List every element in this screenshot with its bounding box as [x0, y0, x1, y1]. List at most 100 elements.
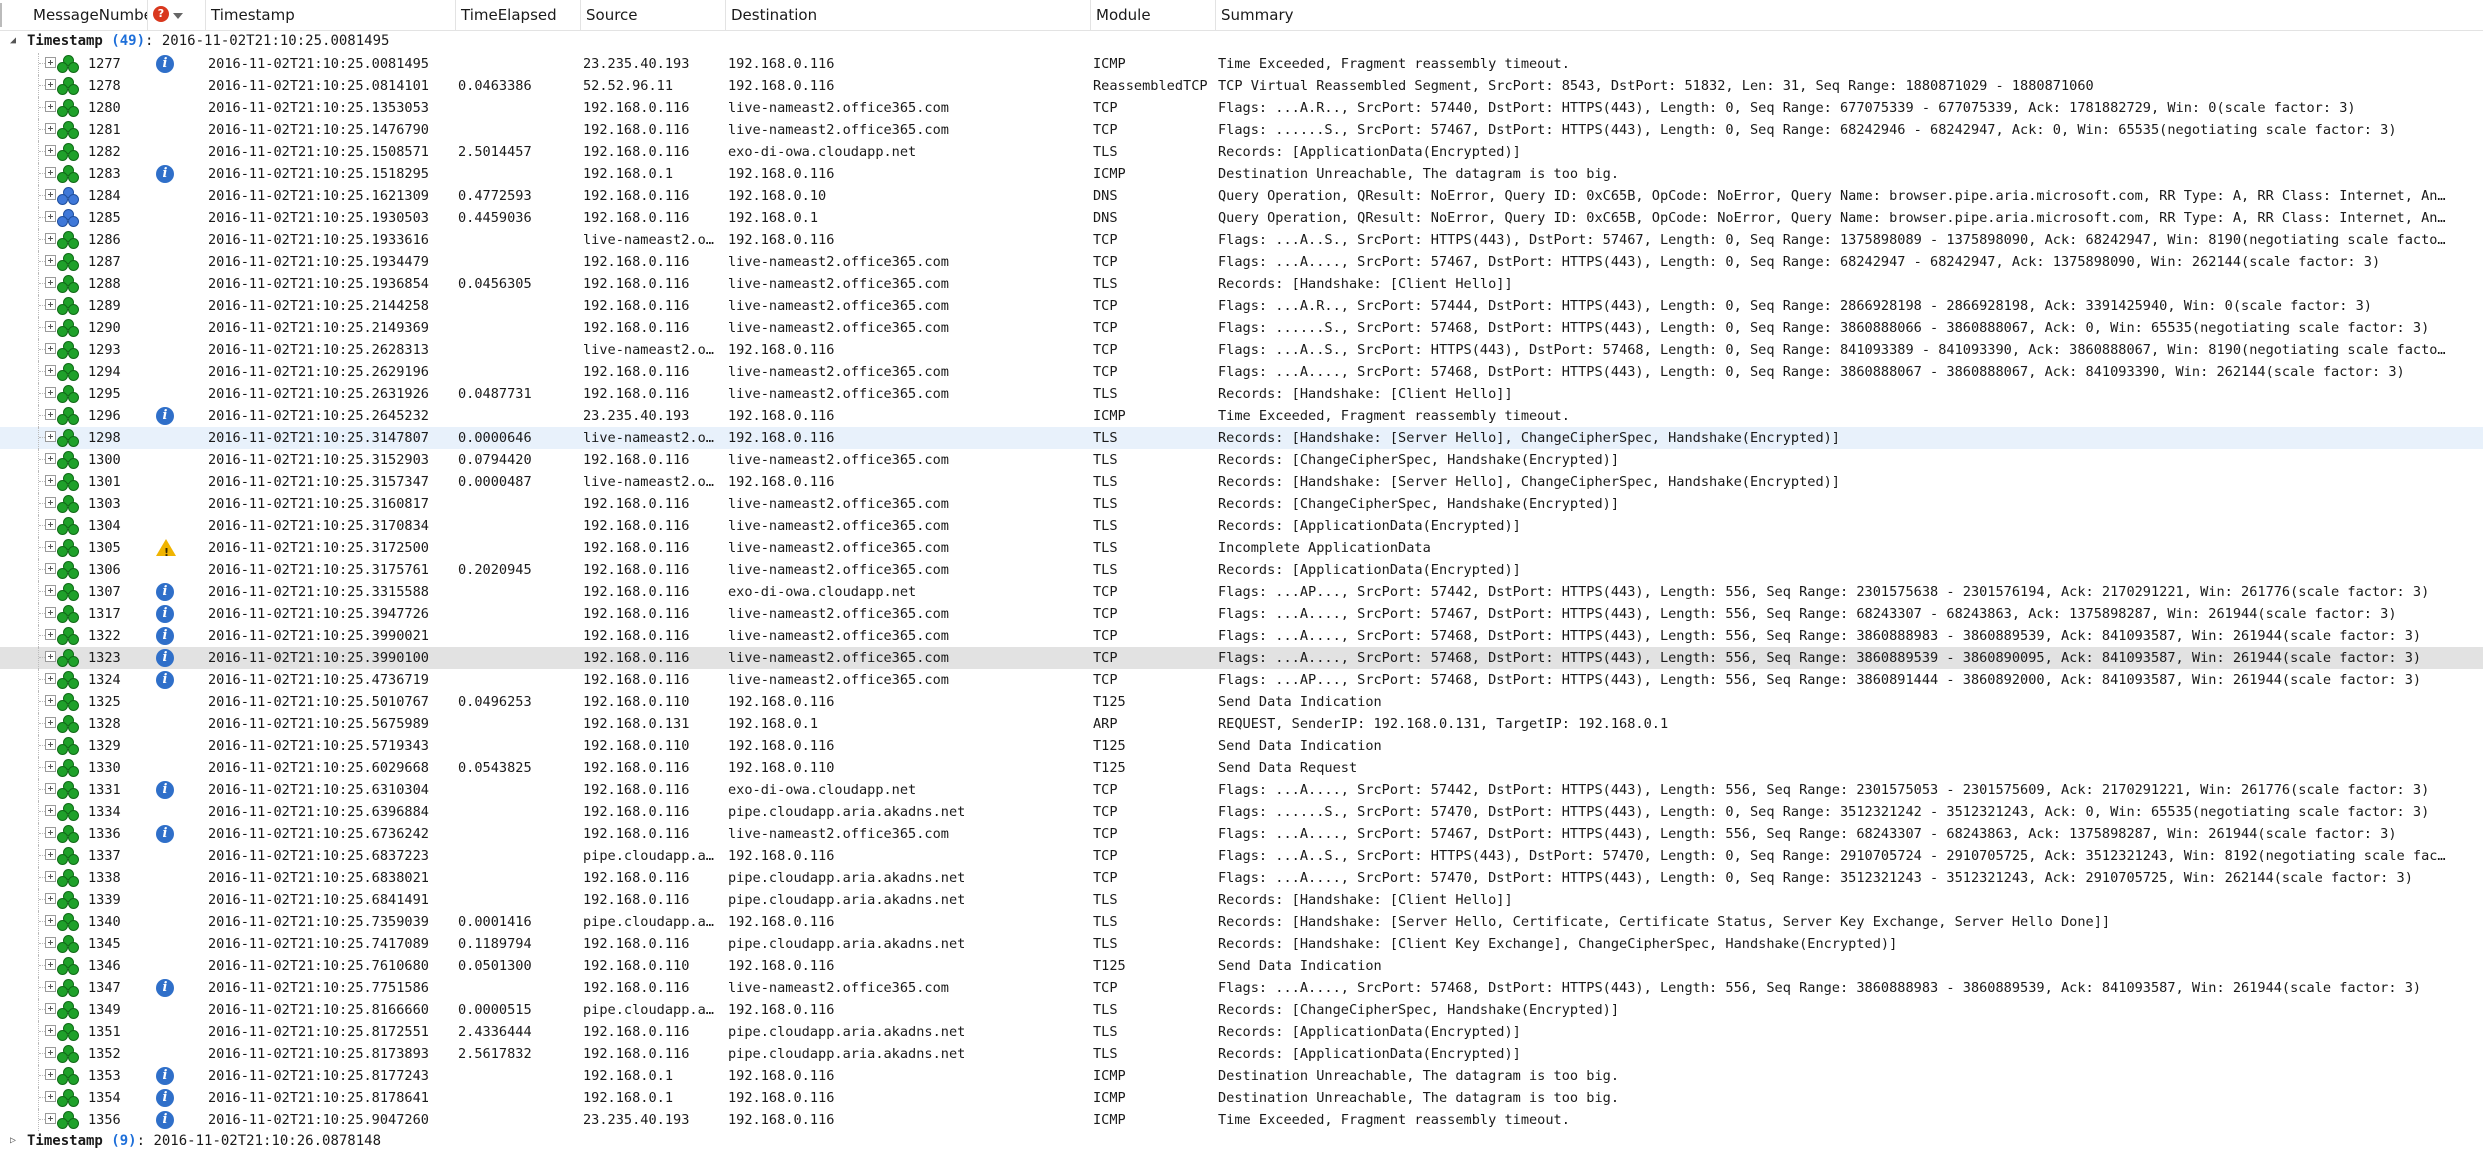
expand-plus-icon[interactable]: [45, 827, 56, 838]
info-icon[interactable]: i: [156, 407, 174, 425]
table-row[interactable]: 1287 2016-11-02T21:10:25.1934479 192.168.0…: [0, 251, 2483, 273]
info-icon[interactable]: i: [156, 165, 174, 183]
table-row[interactable]: i 1331 2016-11-02T21:10:25.6310304 192.168.…: [0, 779, 2483, 801]
table-row[interactable]: i 1353 2016-11-02T21:10:25.8177243 192.168.…: [0, 1065, 2483, 1087]
dropdown-arrow-icon[interactable]: [173, 12, 183, 19]
table-row[interactable]: 1298 2016-11-02T21:10:25.3147807 0.0000646…: [0, 427, 2483, 449]
info-icon[interactable]: i: [156, 605, 174, 623]
expand-plus-icon[interactable]: [45, 651, 56, 662]
table-row[interactable]: 1340 2016-11-02T21:10:25.7359039 0.0001416…: [0, 911, 2483, 933]
expand-plus-icon[interactable]: [45, 805, 56, 816]
info-icon[interactable]: i: [156, 1089, 174, 1107]
expand-triangle-icon[interactable]: ▷: [10, 1130, 16, 1152]
table-row[interactable]: 1328 2016-11-02T21:10:25.5675989 192.168.0…: [0, 713, 2483, 735]
expand-plus-icon[interactable]: [45, 541, 56, 552]
table-row[interactable]: 1282 2016-11-02T21:10:25.1508571 2.5014457…: [0, 141, 2483, 163]
expand-plus-icon[interactable]: [45, 607, 56, 618]
expand-plus-icon[interactable]: [45, 1003, 56, 1014]
table-row[interactable]: 1301 2016-11-02T21:10:25.3157347 0.0000487…: [0, 471, 2483, 493]
expand-plus-icon[interactable]: [45, 57, 56, 68]
expand-plus-icon[interactable]: [45, 475, 56, 486]
table-row[interactable]: i 1296 2016-11-02T21:10:25.2645232 23.235.4…: [0, 405, 2483, 427]
table-row[interactable]: 1329 2016-11-02T21:10:25.5719343 192.168.0…: [0, 735, 2483, 757]
expand-plus-icon[interactable]: [45, 519, 56, 530]
table-row[interactable]: 1339 2016-11-02T21:10:25.6841491 192.168.0…: [0, 889, 2483, 911]
table-row[interactable]: i 1336 2016-11-02T21:10:25.6736242 192.168.…: [0, 823, 2483, 845]
table-row[interactable]: 1289 2016-11-02T21:10:25.2144258 192.168.0…: [0, 295, 2483, 317]
info-icon[interactable]: i: [156, 583, 174, 601]
table-row[interactable]: i 1322 2016-11-02T21:10:25.3990021 192.168.…: [0, 625, 2483, 647]
column-header-time-elapsed[interactable]: TimeElapsed: [456, 0, 581, 30]
table-row[interactable]: 1325 2016-11-02T21:10:25.5010767 0.0496253…: [0, 691, 2483, 713]
expand-plus-icon[interactable]: [45, 761, 56, 772]
table-row[interactable]: i 1277 2016-11-02T21:10:25.0081495 23.235.4…: [0, 53, 2483, 75]
expand-plus-icon[interactable]: [45, 585, 56, 596]
expand-plus-icon[interactable]: [45, 233, 56, 244]
column-header-source[interactable]: Source: [581, 0, 726, 30]
expand-plus-icon[interactable]: [45, 1069, 56, 1080]
expand-plus-icon[interactable]: [45, 387, 56, 398]
column-header-message-number[interactable]: MessageNumber: [0, 0, 148, 30]
expand-plus-icon[interactable]: [45, 189, 56, 200]
table-row[interactable]: i 1317 2016-11-02T21:10:25.3947726 192.168.…: [0, 603, 2483, 625]
table-row[interactable]: 1303 2016-11-02T21:10:25.3160817 192.168.0…: [0, 493, 2483, 515]
expand-plus-icon[interactable]: [45, 365, 56, 376]
expand-plus-icon[interactable]: [45, 409, 56, 420]
info-icon[interactable]: i: [156, 825, 174, 843]
column-header-module[interactable]: Module: [1091, 0, 1216, 30]
table-row[interactable]: 1295 2016-11-02T21:10:25.2631926 0.0487731…: [0, 383, 2483, 405]
expand-plus-icon[interactable]: [45, 849, 56, 860]
table-row[interactable]: 1293 2016-11-02T21:10:25.2628313 live-name…: [0, 339, 2483, 361]
expand-plus-icon[interactable]: [45, 1047, 56, 1058]
expand-plus-icon[interactable]: [45, 695, 56, 706]
info-icon[interactable]: i: [156, 627, 174, 645]
table-row[interactable]: 1285 2016-11-02T21:10:25.1930503 0.4459036…: [0, 207, 2483, 229]
expand-plus-icon[interactable]: [45, 981, 56, 992]
expand-plus-icon[interactable]: [45, 497, 56, 508]
expand-plus-icon[interactable]: [45, 101, 56, 112]
expand-plus-icon[interactable]: [45, 871, 56, 882]
info-icon[interactable]: i: [156, 781, 174, 799]
expand-plus-icon[interactable]: [45, 255, 56, 266]
column-header-diagnosis[interactable]: ?: [148, 0, 206, 30]
expand-plus-icon[interactable]: [45, 453, 56, 464]
table-row[interactable]: 1300 2016-11-02T21:10:25.3152903 0.0794420…: [0, 449, 2483, 471]
column-header-destination[interactable]: Destination: [726, 0, 1091, 30]
table-row[interactable]: 1304 2016-11-02T21:10:25.3170834 192.168.0…: [0, 515, 2483, 537]
expand-plus-icon[interactable]: [45, 739, 56, 750]
table-row[interactable]: 1346 2016-11-02T21:10:25.7610680 0.0501300…: [0, 955, 2483, 977]
table-row[interactable]: 1284 2016-11-02T21:10:25.1621309 0.4772593…: [0, 185, 2483, 207]
expand-plus-icon[interactable]: [45, 717, 56, 728]
expand-plus-icon[interactable]: [45, 211, 56, 222]
expand-plus-icon[interactable]: [45, 343, 56, 354]
expand-plus-icon[interactable]: [45, 937, 56, 948]
info-icon[interactable]: i: [156, 1067, 174, 1085]
info-icon[interactable]: i: [156, 1111, 174, 1129]
table-row[interactable]: i 1347 2016-11-02T21:10:25.7751586 192.168.…: [0, 977, 2483, 999]
table-row[interactable]: 1278 2016-11-02T21:10:25.0814101 0.0463386…: [0, 75, 2483, 97]
column-header-summary[interactable]: Summary: [1216, 0, 2483, 30]
expand-plus-icon[interactable]: [45, 167, 56, 178]
expand-plus-icon[interactable]: [45, 299, 56, 310]
table-row[interactable]: 1334 2016-11-02T21:10:25.6396884 192.168.0…: [0, 801, 2483, 823]
expand-plus-icon[interactable]: [45, 1091, 56, 1102]
table-row[interactable]: i 1324 2016-11-02T21:10:25.4736719 192.168.…: [0, 669, 2483, 691]
info-icon[interactable]: i: [156, 671, 174, 689]
table-row[interactable]: 1338 2016-11-02T21:10:25.6838021 192.168.0…: [0, 867, 2483, 889]
table-row[interactable]: i 1283 2016-11-02T21:10:25.1518295 192.168.…: [0, 163, 2483, 185]
expand-plus-icon[interactable]: [45, 321, 56, 332]
table-row[interactable]: 1337 2016-11-02T21:10:25.6837223 pipe.clou…: [0, 845, 2483, 867]
expand-plus-icon[interactable]: [45, 915, 56, 926]
collapse-triangle-icon[interactable]: ◢: [10, 30, 16, 52]
expand-plus-icon[interactable]: [45, 123, 56, 134]
table-row[interactable]: i 1307 2016-11-02T21:10:25.3315588 192.168.…: [0, 581, 2483, 603]
expand-plus-icon[interactable]: [45, 431, 56, 442]
table-row[interactable]: 1305 2016-11-02T21:10:25.3172500 192.168.0…: [0, 537, 2483, 564]
expand-plus-icon[interactable]: [45, 1025, 56, 1036]
expand-plus-icon[interactable]: [45, 145, 56, 156]
column-header-timestamp[interactable]: Timestamp: [206, 0, 456, 30]
info-icon[interactable]: i: [156, 649, 174, 667]
group-header-timestamp-2[interactable]: ▷ Timestamp (9): 2016-11-02T21:10:26.087…: [0, 1130, 2483, 1152]
table-row[interactable]: i 1354 2016-11-02T21:10:25.8178641 192.168.…: [0, 1087, 2483, 1109]
expand-plus-icon[interactable]: [45, 277, 56, 288]
